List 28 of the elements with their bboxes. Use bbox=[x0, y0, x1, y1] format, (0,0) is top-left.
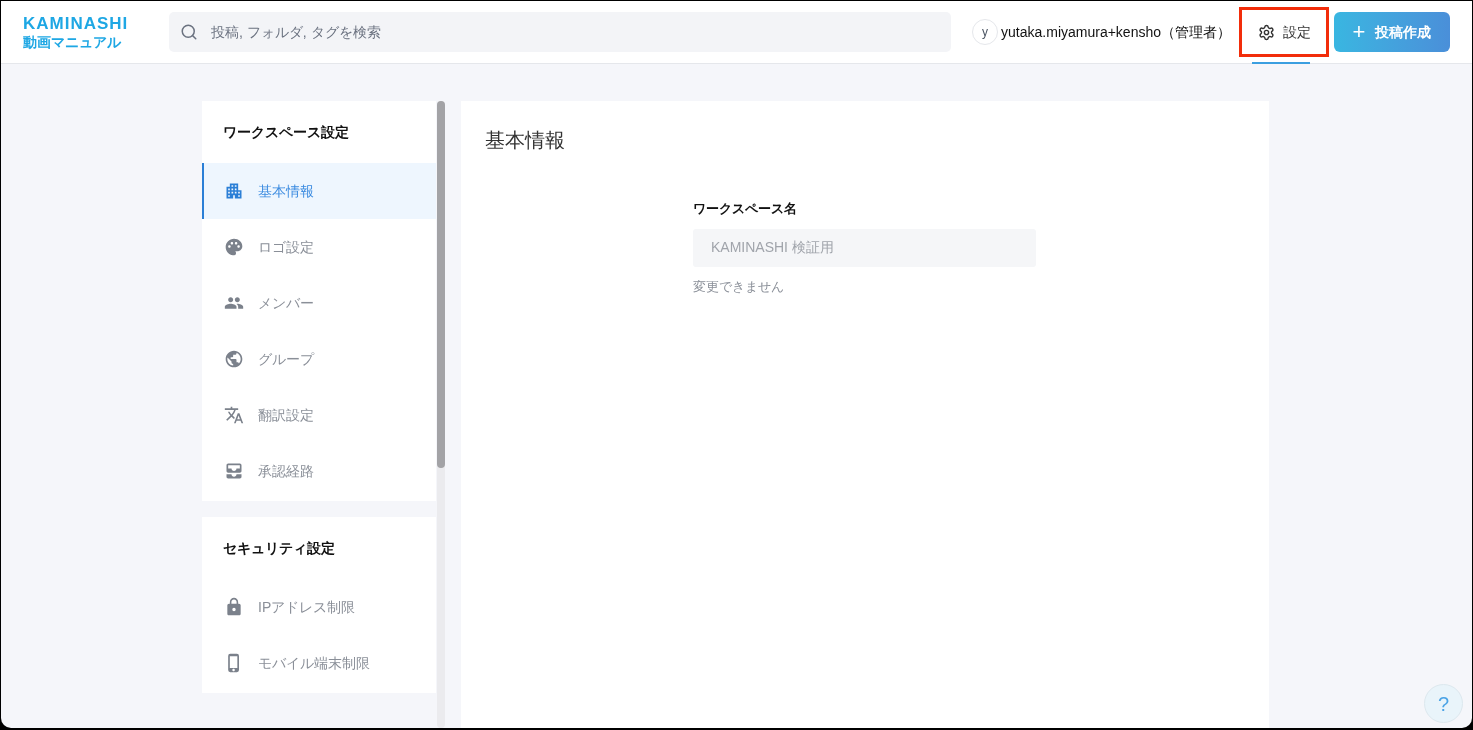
sidebar-item[interactable]: 承認経路 bbox=[202, 443, 436, 499]
field-note: 変更できません bbox=[693, 277, 785, 296]
user-name: yutaka.miyamura+kensho（管理者） bbox=[1001, 22, 1231, 42]
sidebar-item[interactable]: 翻訳設定 bbox=[202, 387, 436, 443]
sidebar-item[interactable]: モバイル端末制限 bbox=[202, 635, 436, 691]
scrollbar-thumb[interactable] bbox=[437, 101, 445, 468]
logo-brand: KAMINASHI bbox=[23, 15, 130, 32]
building-icon bbox=[224, 181, 244, 201]
globe-icon bbox=[224, 349, 244, 369]
inbox-icon bbox=[224, 461, 244, 481]
sidebar-item[interactable]: ロゴ設定 bbox=[202, 219, 436, 275]
sidebar-item[interactable]: 基本情報 bbox=[202, 163, 436, 219]
post-button[interactable]: + 投稿作成 bbox=[1334, 12, 1450, 52]
search-field[interactable]: 投稿, フォルダ, タグを検索 bbox=[169, 12, 951, 52]
page-title: 基本情報 bbox=[485, 128, 566, 153]
field-label: ワークスペース名 bbox=[693, 200, 798, 218]
section-title: セキュリティ設定 bbox=[222, 538, 336, 558]
sidebar-item[interactable]: メンバー bbox=[202, 275, 436, 331]
palette-icon bbox=[224, 237, 244, 257]
settings-button[interactable]: 設定 bbox=[1239, 7, 1329, 57]
search-icon bbox=[180, 23, 198, 41]
gear-icon bbox=[1257, 23, 1275, 41]
sidebar-item[interactable]: IPアドレス制限 bbox=[202, 579, 436, 635]
translate-icon bbox=[224, 405, 244, 425]
lock-icon bbox=[224, 597, 244, 617]
sidebar-item[interactable]: グループ bbox=[202, 331, 436, 387]
section-title: ワークスペース設定 bbox=[222, 122, 350, 142]
logo-product: 動画マニュアル bbox=[23, 35, 122, 49]
